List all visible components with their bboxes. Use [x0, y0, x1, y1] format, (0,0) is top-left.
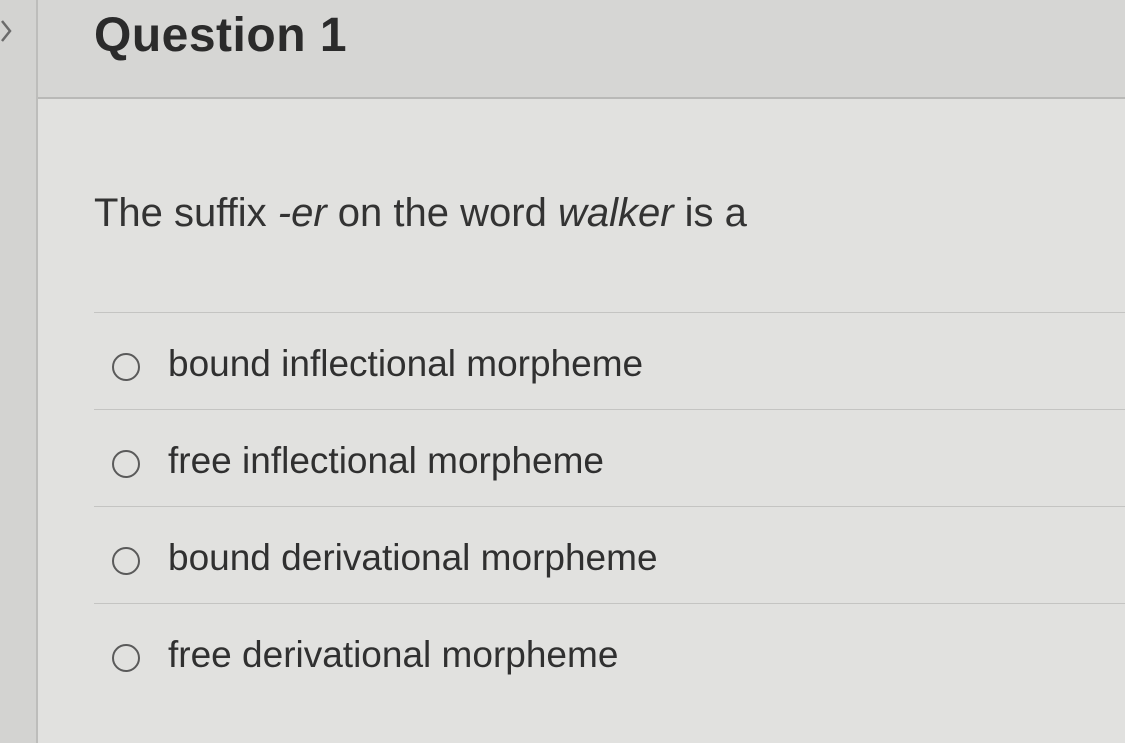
prompt-suffix: -er [277, 191, 327, 235]
answer-label[interactable]: free inflectional morpheme [168, 440, 604, 482]
left-gutter [0, 0, 38, 743]
answer-option-2[interactable]: free inflectional morpheme [94, 409, 1125, 506]
answer-label[interactable]: bound derivational morpheme [168, 537, 658, 579]
prompt-text: on the word [326, 191, 558, 235]
prompt-text: The suffix [94, 191, 278, 235]
answer-options: bound inflectional morpheme free inflect… [94, 312, 1125, 700]
answer-label[interactable]: free derivational morpheme [168, 634, 618, 676]
answer-option-4[interactable]: free derivational morpheme [94, 603, 1125, 700]
question-body: The suffix -er on the word walker is a b… [38, 99, 1125, 743]
question-prompt: The suffix -er on the word walker is a [94, 191, 747, 236]
prompt-word: walker [557, 191, 674, 235]
question-title: Question 1 [94, 9, 348, 62]
question-header: Question 1 [38, 0, 1125, 99]
radio-button-icon[interactable] [112, 450, 140, 478]
radio-button-icon[interactable] [112, 353, 140, 381]
prompt-text: is a [673, 191, 747, 235]
radio-button-icon[interactable] [112, 547, 140, 575]
radio-button-icon[interactable] [112, 644, 140, 672]
answer-label[interactable]: bound inflectional morpheme [168, 343, 643, 385]
answer-option-3[interactable]: bound derivational morpheme [94, 506, 1125, 603]
answer-option-1[interactable]: bound inflectional morpheme [94, 312, 1125, 409]
chevron-right-icon[interactable] [0, 18, 14, 44]
